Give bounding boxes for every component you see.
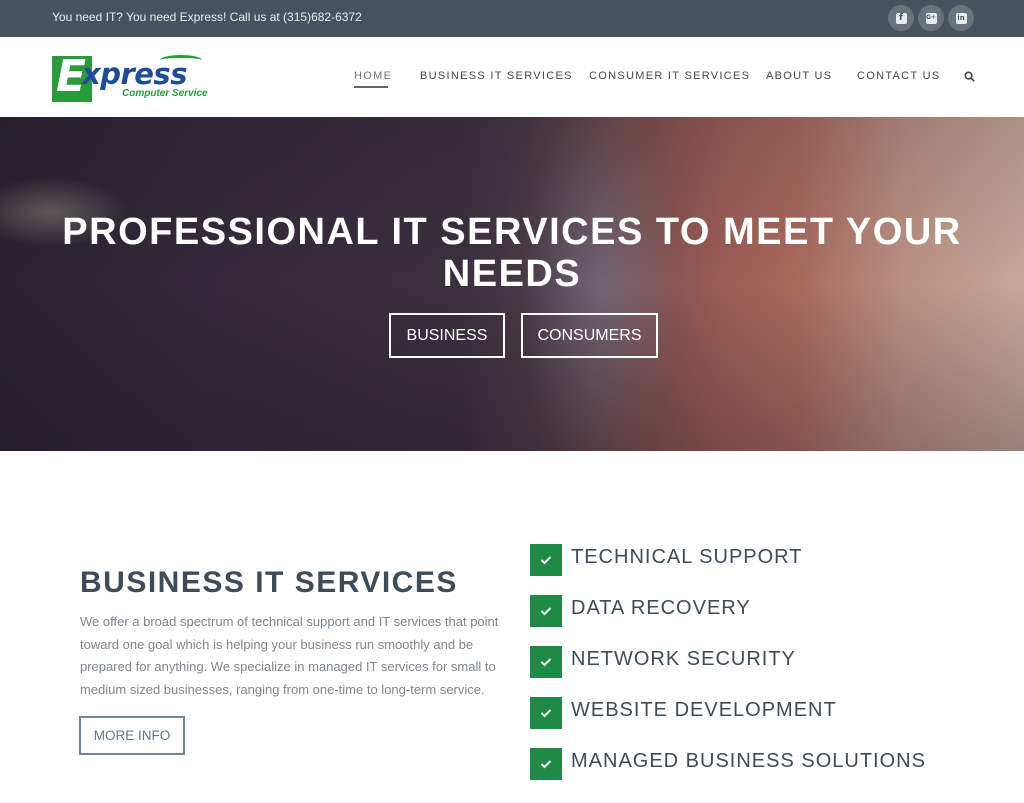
service-label: WEBSITE DEVELOPMENT [571,699,837,721]
business-section-title: BUSINESS IT SERVICES [80,566,458,599]
logo-wordmark: xpress [82,57,187,91]
facebook-link[interactable]: f [888,5,914,31]
nav-business-it-services[interactable]: BUSINESS IT SERVICES [420,70,573,82]
checkmark-icon [530,748,562,780]
service-item: WEBSITE DEVELOPMENT [530,697,950,729]
business-button[interactable]: BUSINESS [389,313,505,358]
hero-banner: PROFESSIONAL IT SERVICES TO MEET YOUR NE… [0,117,1024,451]
linkedin-icon: in [955,12,967,24]
nav-home[interactable]: HOME [354,70,392,82]
logo-tagline: Computer Service [122,88,208,99]
nav-contact-us[interactable]: CONTACT US [857,70,941,82]
site-header: E xpress Computer Service HOME BUSINESS … [0,37,1024,117]
service-item: DATA RECOVERY [530,595,950,627]
google-plus-icon: G+ [925,12,937,24]
hero-title: PROFESSIONAL IT SERVICES TO MEET YOUR NE… [62,211,962,295]
service-item: MANAGED BUSINESS SOLUTIONS [530,748,950,780]
checkmark-icon [530,595,562,627]
service-item: TECHNICAL SUPPORT [530,544,950,576]
business-section-description: We offer a broad spectrum of technical s… [80,614,499,697]
service-label: DATA RECOVERY [571,597,751,619]
service-label: TECHNICAL SUPPORT [571,546,803,568]
consumers-button[interactable]: CONSUMERS [521,313,658,358]
linkedin-link[interactable]: in [948,5,974,31]
facebook-icon: f [895,12,907,24]
google-plus-link[interactable]: G+ [918,5,944,31]
nav-about-us[interactable]: ABOUT US [766,70,832,82]
service-label: MANAGED BUSINESS SOLUTIONS [571,750,926,772]
nav-consumer-it-services[interactable]: CONSUMER IT SERVICES [589,70,750,82]
search-icon[interactable] [964,71,975,82]
service-item: NETWORK SECURITY [530,646,950,678]
checkmark-icon [530,697,562,729]
nav-active-indicator [354,86,388,88]
checkmark-icon [530,646,562,678]
express-logo[interactable]: E xpress Computer Service [52,54,212,104]
more-info-button[interactable]: MORE INFO [79,716,185,755]
checkmark-icon [530,544,562,576]
service-label: NETWORK SECURITY [571,648,796,670]
top-bar: You need IT? You need Express! Call us a… [0,0,1024,37]
contact-tagline: You need IT? You need Express! Call us a… [52,10,362,24]
